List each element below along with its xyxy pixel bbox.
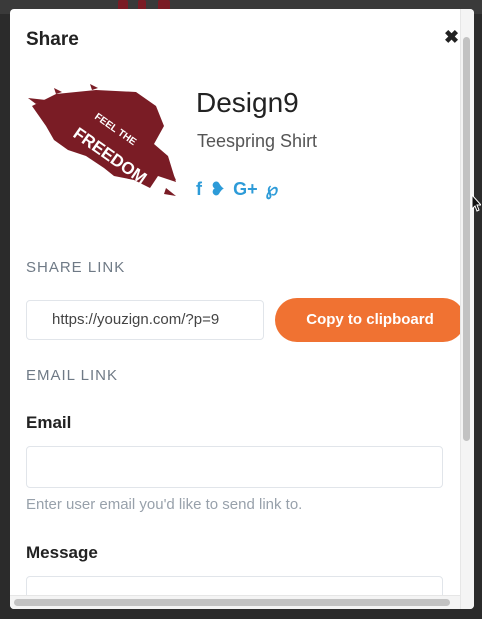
message-label: Message bbox=[26, 543, 98, 562]
email-input[interactable] bbox=[26, 446, 443, 488]
share-dialog: Share ✖ FEEL THE FREEDOM Design9 Teespri… bbox=[10, 9, 474, 609]
dialog-header: Share ✖ bbox=[10, 9, 460, 69]
share-link-heading: SHARE LINK bbox=[26, 259, 126, 276]
mouse-cursor-icon bbox=[471, 194, 481, 212]
email-help-text: Enter user email you'd like to send link… bbox=[26, 496, 303, 513]
google-plus-icon[interactable]: G+ bbox=[233, 179, 258, 200]
email-label: Email bbox=[26, 413, 72, 432]
design-title: Design9 bbox=[196, 87, 299, 118]
design-thumbnail: FEEL THE FREEDOM bbox=[28, 84, 176, 196]
share-link-input[interactable]: https://youzign.com/?p=9 bbox=[26, 300, 264, 340]
dialog-title: Share bbox=[26, 29, 79, 50]
pinterest-icon[interactable]: ℘ bbox=[266, 179, 279, 200]
vertical-scrollbar-thumb[interactable] bbox=[463, 37, 470, 441]
email-link-heading: EMAIL LINK bbox=[26, 367, 118, 384]
copy-to-clipboard-button[interactable]: Copy to clipboard bbox=[275, 298, 465, 342]
social-links: f ❥ G+ ℘ bbox=[196, 179, 278, 200]
horizontal-scrollbar-thumb[interactable] bbox=[14, 599, 450, 606]
facebook-icon[interactable]: f bbox=[196, 179, 202, 200]
twitter-icon[interactable]: ❥ bbox=[210, 179, 225, 200]
close-button[interactable]: ✖ bbox=[444, 27, 459, 48]
close-icon: ✖ bbox=[444, 27, 460, 47]
design-subtitle: Teespring Shirt bbox=[197, 131, 318, 151]
